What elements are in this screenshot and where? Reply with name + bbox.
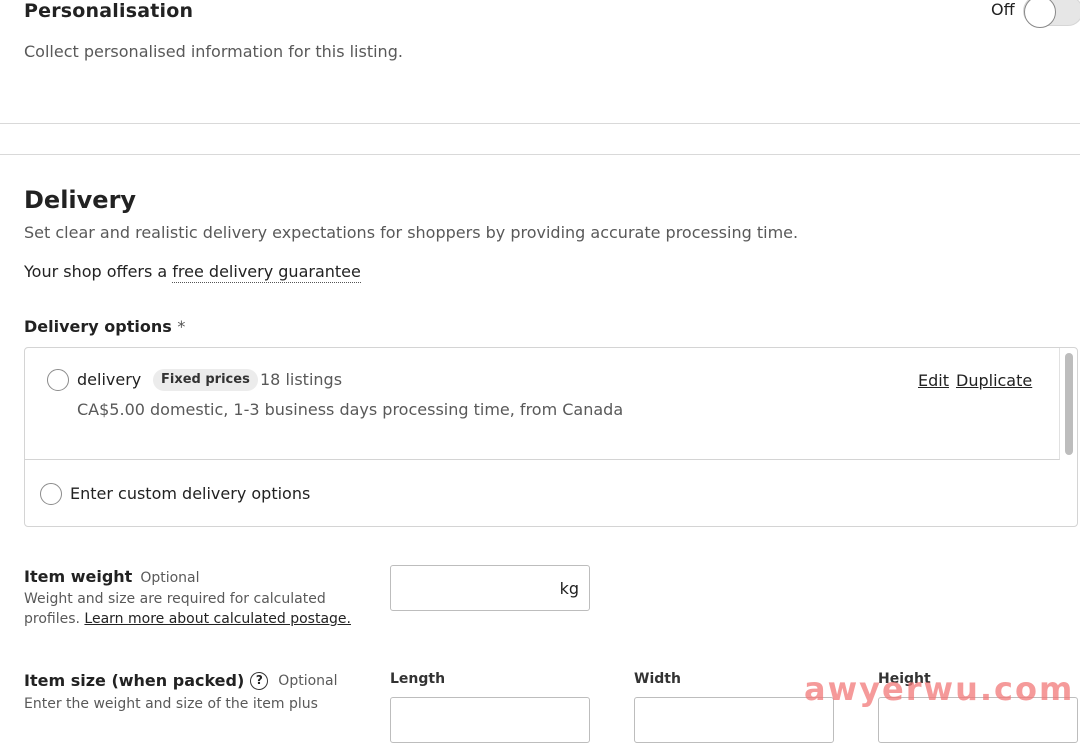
watermark: awyerwu.com <box>804 670 1075 708</box>
free-delivery-guarantee-link[interactable]: free delivery guarantee <box>172 262 361 283</box>
length-label: Length <box>390 671 446 687</box>
delivery-options-label: Delivery options * <box>24 317 185 336</box>
guarantee-prefix: Your shop offers a <box>24 262 173 281</box>
delivery-title: Delivery <box>24 186 137 214</box>
item-size-optional: Optional <box>278 672 338 689</box>
toggle-knob <box>1024 0 1056 28</box>
item-size-title: Item size (when packed)? Optional <box>24 671 338 690</box>
section-divider-bottom <box>0 154 1080 155</box>
edit-link[interactable]: Edit <box>918 371 949 390</box>
delivery-option-radio[interactable] <box>47 369 69 391</box>
item-size-help: Enter the weight and size of the item pl… <box>24 696 318 712</box>
delivery-option-item[interactable]: delivery Fixed prices 18 listings CA$5.0… <box>25 348 1060 460</box>
guarantee-line: Your shop offers a free delivery guarant… <box>24 262 361 283</box>
item-size-title-text: Item size (when packed) <box>24 671 245 690</box>
delivery-option-name: delivery <box>77 370 142 389</box>
width-label: Width <box>634 671 681 687</box>
item-weight-title: Item weight Optional <box>24 567 200 586</box>
fixed-prices-badge: Fixed prices <box>153 369 258 391</box>
duplicate-link[interactable]: Duplicate <box>956 371 1032 390</box>
personalisation-description: Collect personalised information for thi… <box>24 42 403 61</box>
listings-count: 18 listings <box>260 370 343 389</box>
delivery-description: Set clear and realistic delivery expecta… <box>24 223 799 242</box>
delivery-option-detail: CA$5.00 domestic, 1-3 business days proc… <box>77 400 624 419</box>
personalisation-toggle[interactable] <box>1023 0 1080 28</box>
weight-unit: kg <box>559 579 579 598</box>
custom-delivery-label[interactable]: Enter custom delivery options <box>70 484 310 503</box>
personalisation-toggle-label: Off <box>991 0 1015 19</box>
custom-delivery-radio[interactable] <box>40 483 62 505</box>
item-weight-title-text: Item weight <box>24 567 133 586</box>
required-mark: * <box>177 317 186 336</box>
delivery-options-box: delivery Fixed prices 18 listings CA$5.0… <box>24 347 1078 527</box>
item-weight-optional: Optional <box>140 570 200 586</box>
calculated-postage-link[interactable]: Learn more about calculated postage. <box>84 611 351 627</box>
section-divider-top <box>0 123 1080 124</box>
options-scrollbar[interactable] <box>1065 353 1073 455</box>
delivery-options-label-text: Delivery options <box>24 317 172 336</box>
item-weight-input[interactable]: kg <box>390 565 590 611</box>
personalisation-title: Personalisation <box>24 0 194 22</box>
question-circle-icon[interactable]: ? <box>250 671 269 690</box>
item-weight-help: Weight and size are required for calcula… <box>24 589 354 629</box>
length-input[interactable] <box>390 697 590 743</box>
